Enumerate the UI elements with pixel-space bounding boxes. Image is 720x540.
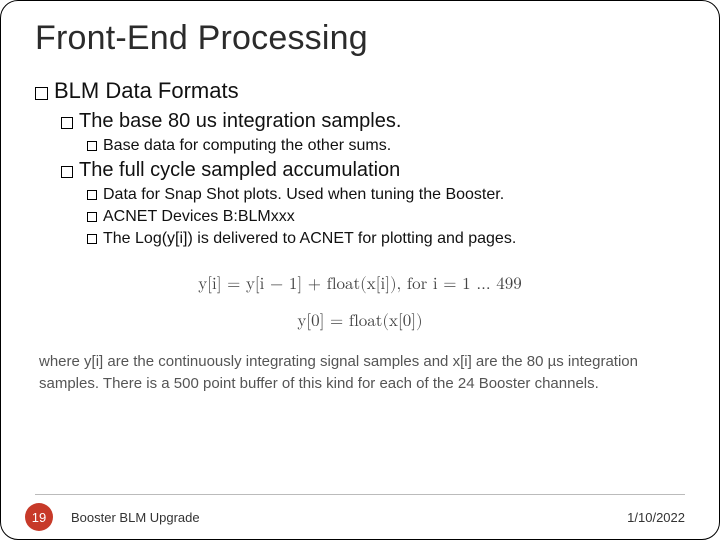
bullet-text: Data for Snap Shot plots. Used when tuni… — [103, 186, 504, 203]
bullet-text: BLM Data Formats — [54, 78, 239, 103]
bullet-text: ACNET Devices B:BLMxxx — [103, 208, 295, 225]
slide: Front-End Processing BLM Data Formats Th… — [0, 0, 720, 540]
bullet-text: Base data for computing the other sums. — [103, 137, 391, 154]
checkbox-icon — [35, 87, 48, 100]
checkbox-icon — [87, 234, 97, 244]
bullet-text: The Log(y[i]) is delivered to ACNET for … — [103, 230, 516, 247]
bullet-l3-acnet-devices: ACNET Devices B:BLMxxx — [87, 208, 685, 226]
page-number-badge: 19 — [25, 503, 53, 531]
bullet-l2-full-cycle: The full cycle sampled accumulation — [61, 159, 685, 182]
footer-date: 1/10/2022 — [627, 510, 685, 525]
footer-label: Booster BLM Upgrade — [71, 510, 200, 525]
equation-caption: where y[i] are the continuously integrat… — [39, 351, 681, 395]
checkbox-icon — [87, 190, 97, 200]
bullet-text: The base 80 us integration samples. — [79, 110, 401, 132]
bullet-l3-snapshot: Data for Snap Shot plots. Used when tuni… — [87, 186, 685, 204]
bullet-l3-log-y: The Log(y[i]) is delivered to ACNET for … — [87, 230, 685, 248]
checkbox-icon — [61, 166, 73, 178]
checkbox-icon — [87, 212, 97, 222]
equation-block: y[i] = y[i − 1] + float(x[i]), for i = 1… — [35, 270, 685, 337]
bullet-text: The full cycle sampled accumulation — [79, 159, 400, 181]
bullet-l3-base-data: Base data for computing the other sums. — [87, 137, 685, 155]
slide-title: Front-End Processing — [35, 19, 685, 58]
checkbox-icon — [61, 117, 73, 129]
equation-line-2: y[0] = float(x[0]) — [35, 307, 685, 338]
footer-divider — [35, 494, 685, 495]
bullet-l1-blm-data-formats: BLM Data Formats — [35, 78, 685, 104]
bullet-l2-base-80us: The base 80 us integration samples. — [61, 110, 685, 133]
equation-line-1: y[i] = y[i − 1] + float(x[i]), for i = 1… — [35, 270, 685, 301]
checkbox-icon — [87, 141, 97, 151]
